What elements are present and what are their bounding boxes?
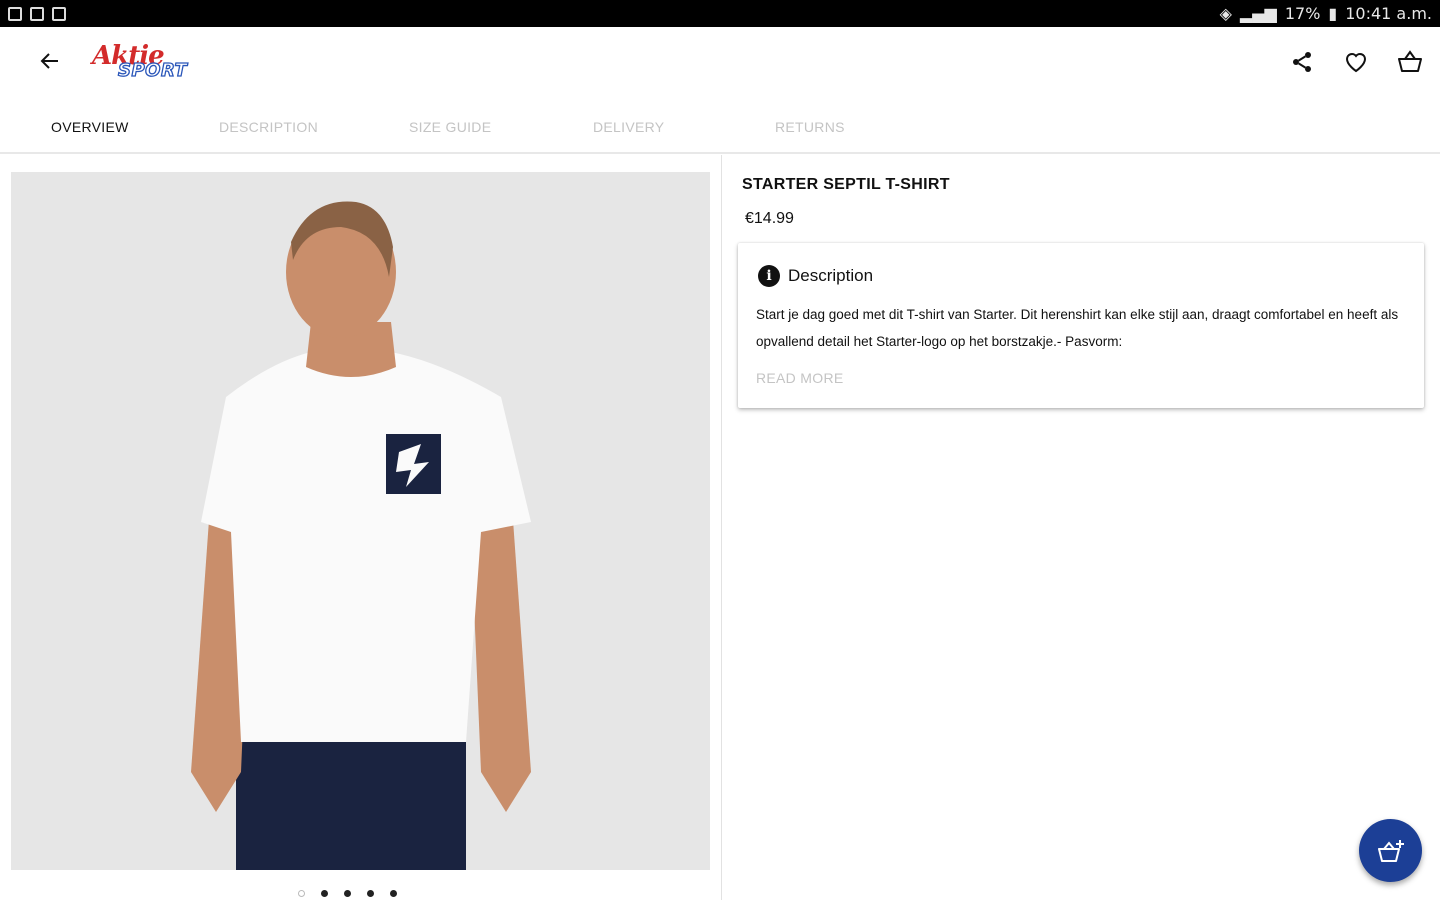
notification-icons: [8, 6, 66, 21]
tab-overview[interactable]: OVERVIEW: [51, 119, 129, 135]
app-actions: [1286, 46, 1426, 78]
basket-plus-icon: [1377, 839, 1404, 862]
info-icon: i: [758, 265, 780, 287]
notification-icon: [52, 6, 66, 21]
system-status: ◈ ▂▄▆ 17% ▮ 10:41 a.m.: [1220, 4, 1432, 23]
pagination-dot-3[interactable]: [344, 890, 351, 897]
product-image[interactable]: [11, 172, 710, 870]
share-icon[interactable]: [1286, 46, 1318, 78]
tab-returns[interactable]: RETURNS: [775, 119, 845, 135]
gallery-pagination: [298, 890, 397, 897]
battery-icon: ▮: [1328, 4, 1338, 23]
status-bar: ◈ ▂▄▆ 17% ▮ 10:41 a.m.: [0, 0, 1440, 27]
app-bar: Aktie SPORT: [0, 27, 1440, 102]
signal-icon: ▂▄▆: [1239, 4, 1277, 23]
tab-description[interactable]: DESCRIPTION: [219, 119, 318, 135]
description-card: i Description Start je dag goed met dit …: [738, 243, 1424, 408]
panel-divider: [721, 155, 722, 900]
battery-level: 17%: [1284, 4, 1321, 23]
tab-size-guide[interactable]: SIZE GUIDE: [409, 119, 491, 135]
nfc-icon: ◈: [1219, 4, 1232, 23]
pagination-dot-4[interactable]: [367, 890, 374, 897]
tab-delivery[interactable]: DELIVERY: [593, 119, 664, 135]
add-to-basket-button[interactable]: [1359, 819, 1422, 882]
description-heading: Description: [788, 266, 874, 285]
product-photo: [11, 172, 710, 870]
pagination-dot-1[interactable]: [298, 890, 305, 897]
description-header: i Description: [758, 265, 873, 287]
clock: 10:41 a.m.: [1345, 4, 1432, 23]
product-title: STARTER SEPTIL T-SHIRT: [742, 176, 950, 193]
basket-icon[interactable]: [1394, 46, 1426, 78]
product-tabs: OVERVIEW DESCRIPTION SIZE GUIDE DELIVERY…: [0, 102, 1440, 154]
aktie-sport-logo[interactable]: Aktie SPORT: [92, 41, 188, 85]
logo-text-sport: SPORT: [117, 59, 188, 81]
notification-icon: [8, 6, 22, 21]
notification-icon: [30, 6, 44, 21]
read-more-link[interactable]: READ MORE: [756, 370, 844, 386]
description-text: Start je dag goed met dit T-shirt van St…: [756, 307, 1399, 349]
product-price: €14.99: [745, 210, 794, 227]
back-arrow-icon[interactable]: [34, 45, 66, 77]
heart-icon[interactable]: [1340, 46, 1372, 78]
pagination-dot-2[interactable]: [321, 890, 328, 897]
pagination-dot-5[interactable]: [390, 890, 397, 897]
